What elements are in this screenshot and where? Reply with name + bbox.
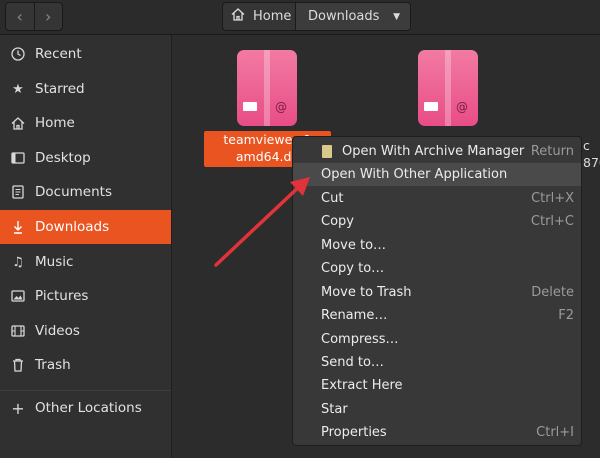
- menu-item-label: Cut: [321, 191, 344, 206]
- menu-item-label: Properties: [321, 425, 387, 440]
- caret-down-icon[interactable]: ▼: [393, 12, 400, 22]
- menu-item-label: Copy to…: [321, 261, 385, 276]
- menu-item-label: Open With Other Application: [321, 167, 508, 182]
- menu-item-compress[interactable]: Compress…: [293, 328, 581, 351]
- menu-item-properties[interactable]: Properties Ctrl+I: [293, 421, 581, 444]
- path-crumb-downloads[interactable]: Downloads ▼: [295, 3, 410, 30]
- back-button[interactable]: ‹: [6, 3, 34, 30]
- menu-item-label: Extract Here: [321, 378, 403, 393]
- menu-item-label: Open With Archive Manager: [342, 144, 525, 159]
- path-crumb-label: Home: [253, 9, 292, 24]
- chevron-right-icon: ›: [45, 7, 52, 26]
- menu-item-label: Send to…: [321, 355, 384, 370]
- barcode-icon: [424, 102, 438, 111]
- home-icon: [10, 116, 26, 130]
- menu-item-move-to[interactable]: Move to…: [293, 234, 581, 257]
- forward-button[interactable]: ›: [33, 3, 63, 30]
- menu-item-label: Rename…: [321, 308, 388, 323]
- nav-buttons: ‹ ›: [5, 2, 63, 31]
- clock-icon: [10, 47, 26, 61]
- menu-item-cut[interactable]: Cut Ctrl+X: [293, 187, 581, 210]
- context-menu: Open With Archive Manager Return Open Wi…: [292, 136, 582, 446]
- menu-item-accel: Ctrl+I: [536, 425, 574, 440]
- sidebar-item-recent[interactable]: Recent: [0, 37, 171, 71]
- sidebar-item-music[interactable]: ♫ Music: [0, 245, 171, 279]
- menu-item-accel: F2: [558, 308, 574, 323]
- sidebar-item-label: Other Locations: [35, 400, 142, 416]
- sidebar-item-label: Music: [35, 254, 74, 270]
- star-icon: ★: [12, 81, 24, 97]
- sidebar-item-desktop[interactable]: Desktop: [0, 141, 171, 175]
- menu-item-move-to-trash[interactable]: Move to Trash Delete: [293, 281, 581, 304]
- plus-icon: +: [11, 398, 25, 418]
- menu-item-label: Copy: [321, 214, 354, 229]
- menu-item-copy[interactable]: Copy Ctrl+C: [293, 210, 581, 233]
- sidebar-item-label: Desktop: [35, 150, 91, 166]
- barcode-icon: [243, 102, 257, 111]
- file-name-line: c: [583, 138, 590, 153]
- menu-item-extract-here[interactable]: Extract Here: [293, 374, 581, 397]
- sidebar-item-label: Pictures: [35, 288, 89, 304]
- sidebar-item-label: Trash: [35, 357, 71, 373]
- desktop-icon: [10, 152, 26, 164]
- deb-package-icon[interactable]: @: [418, 50, 478, 126]
- debian-swirl-icon: @: [275, 100, 287, 114]
- menu-item-star[interactable]: Star: [293, 398, 581, 421]
- sidebar: Recent ★ Starred Home Desktop Documents …: [0, 35, 172, 458]
- home-icon: [231, 8, 245, 25]
- sidebar-item-starred[interactable]: ★ Starred: [0, 72, 171, 106]
- sidebar-item-label: Starred: [35, 81, 85, 97]
- trash-icon: [10, 358, 26, 372]
- menu-item-label: Star: [321, 402, 348, 417]
- sidebar-item-label: Downloads: [35, 219, 110, 235]
- download-icon: [10, 220, 26, 234]
- debian-swirl-icon: @: [456, 100, 468, 114]
- sidebar-item-pictures[interactable]: Pictures: [0, 279, 171, 313]
- music-icon: ♫: [12, 254, 24, 270]
- menu-item-open-archive-manager[interactable]: Open With Archive Manager Return: [293, 140, 581, 163]
- sidebar-item-downloads[interactable]: Downloads: [0, 210, 171, 244]
- chevron-left-icon: ‹: [16, 7, 23, 26]
- menu-item-accel: Return: [530, 144, 574, 159]
- menu-item-rename[interactable]: Rename… F2: [293, 304, 581, 327]
- sidebar-item-label: Documents: [35, 184, 112, 200]
- sidebar-item-home[interactable]: Home: [0, 106, 171, 140]
- file-name-line: 870: [583, 155, 600, 170]
- menu-item-accel: Ctrl+C: [530, 214, 574, 229]
- archive-icon: [322, 145, 332, 158]
- sidebar-item-label: Home: [35, 115, 75, 131]
- picture-icon: [10, 290, 26, 302]
- menu-item-label: Move to…: [321, 238, 387, 253]
- menu-item-label: Move to Trash: [321, 285, 412, 300]
- menu-item-accel: Ctrl+X: [531, 191, 574, 206]
- sidebar-item-label: Recent: [35, 46, 82, 62]
- menu-item-open-other-application[interactable]: Open With Other Application: [293, 163, 581, 186]
- path-crumb-home[interactable]: Home: [223, 3, 295, 30]
- document-icon: [10, 185, 26, 199]
- sidebar-item-label: Videos: [35, 323, 80, 339]
- sidebar-item-trash[interactable]: Trash: [0, 348, 171, 382]
- menu-item-copy-to[interactable]: Copy to…: [293, 257, 581, 280]
- deb-package-icon[interactable]: @: [237, 50, 297, 126]
- menu-item-accel: Delete: [531, 285, 574, 300]
- file-name[interactable]: c 870: [583, 137, 600, 171]
- video-icon: [10, 325, 26, 337]
- sidebar-item-videos[interactable]: Videos: [0, 314, 171, 348]
- menu-item-send-to[interactable]: Send to…: [293, 351, 581, 374]
- path-crumb-label: Downloads: [308, 9, 380, 24]
- menu-item-label: Compress…: [321, 332, 399, 347]
- path-bar: Home Downloads ▼: [222, 2, 411, 31]
- header-bar: ‹ › Home Downloads ▼: [0, 0, 600, 35]
- sidebar-item-documents[interactable]: Documents: [0, 175, 171, 209]
- sidebar-item-other-locations[interactable]: + Other Locations: [0, 391, 171, 425]
